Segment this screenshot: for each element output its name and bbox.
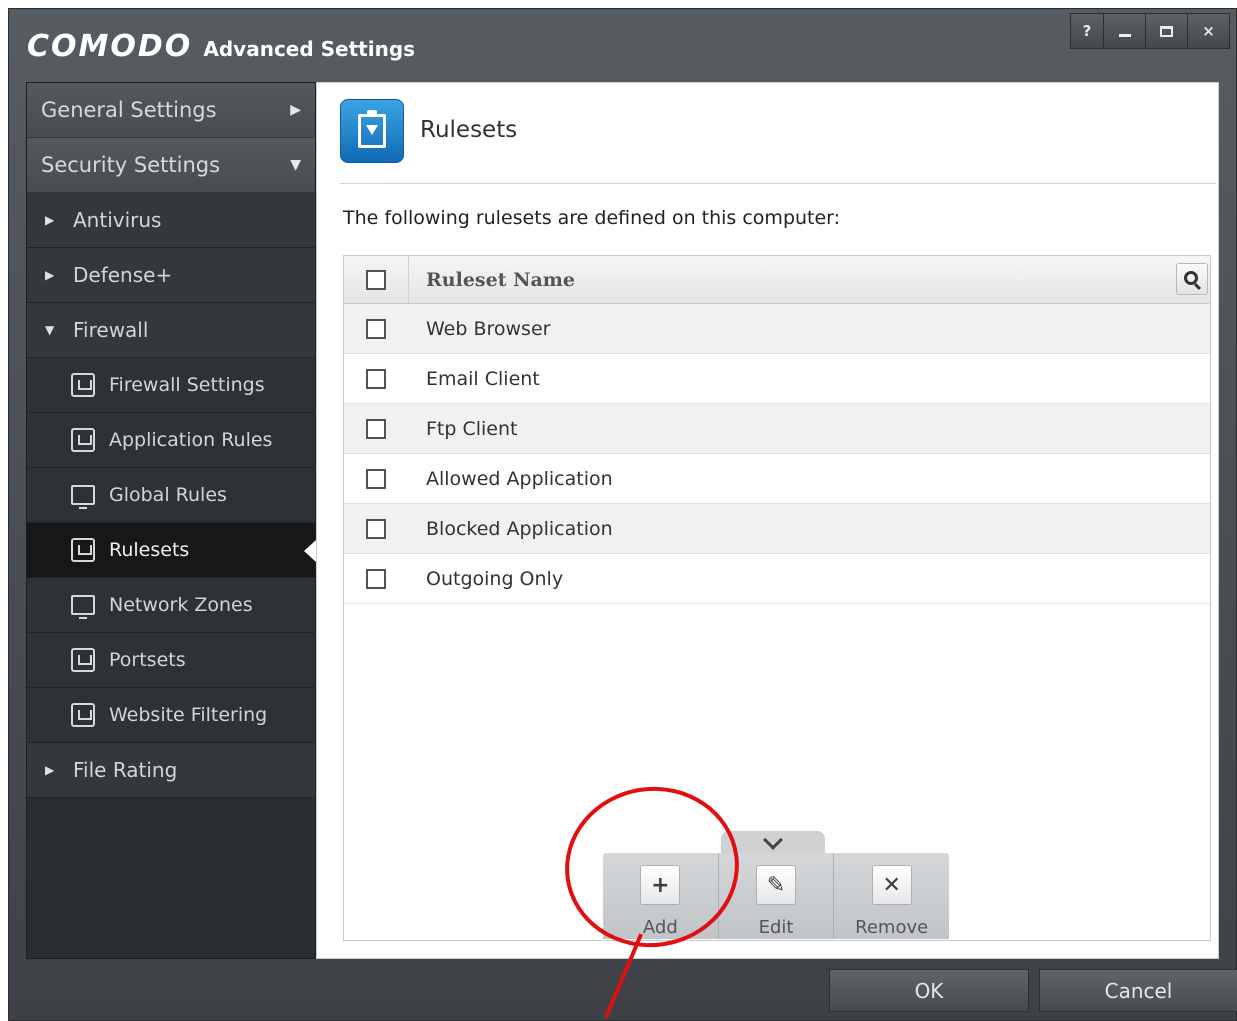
sidebar-item-general-settings[interactable]: General Settings ▶: [27, 83, 315, 138]
pencil-icon: ✎: [756, 865, 796, 905]
portsets-icon: [71, 648, 95, 672]
edit-label: Edit: [758, 917, 794, 938]
dialog-footer: OK Cancel: [9, 959, 1237, 1020]
select-all-checkbox[interactable]: [366, 269, 386, 290]
sidebar-item-label: Defense+: [73, 263, 173, 287]
global-rules-icon: [71, 485, 95, 509]
row-checkbox[interactable]: [366, 318, 386, 339]
column-divider: [408, 256, 409, 303]
maximize-icon: [1160, 25, 1173, 37]
chevron-right-icon: ▶: [290, 102, 301, 118]
ruleset-name: Web Browser: [426, 317, 551, 340]
ruleset-name: Outgoing Only: [426, 567, 564, 590]
ruleset-name: Blocked Application: [426, 517, 613, 540]
maximize-button[interactable]: [1146, 13, 1188, 49]
sidebar-item-label: Website Filtering: [109, 704, 268, 726]
expand-icon: ▶: [45, 213, 55, 227]
remove-icon: ✕: [871, 865, 912, 905]
rulesets-header-icon: [340, 99, 404, 163]
sidebar-item-portsets[interactable]: Portsets: [27, 633, 315, 688]
window-title: COMODO Advanced Settings: [27, 29, 415, 64]
sidebar-item-rulesets[interactable]: Rulesets: [27, 523, 316, 578]
sidebar-item-label: Network Zones: [109, 594, 253, 616]
sidebar-item-firewall-settings[interactable]: Firewall Settings: [27, 358, 315, 413]
row-checkbox[interactable]: [366, 468, 386, 489]
ruleset-name: Allowed Application: [426, 467, 613, 490]
table-row[interactable]: Ftp Client: [344, 404, 1210, 454]
table-row[interactable]: Web Browser: [344, 304, 1210, 354]
cancel-button[interactable]: Cancel: [1039, 969, 1237, 1012]
sidebar-item-label: Rulesets: [109, 539, 190, 561]
sidebar-item-firewall[interactable]: ▼ Firewall: [27, 303, 315, 358]
expand-icon: ▶: [45, 763, 55, 777]
close-button[interactable]: ×: [1188, 13, 1230, 49]
remove-label: Remove: [855, 917, 929, 938]
table-row[interactable]: Outgoing Only: [344, 554, 1210, 604]
sidebar-item-global-rules[interactable]: Global Rules: [27, 468, 315, 523]
sidebar-item-security-settings[interactable]: Security Settings ▼: [27, 138, 315, 193]
table-search-button[interactable]: [1176, 263, 1208, 295]
window-title-text: Advanced Settings: [203, 37, 416, 61]
sidebar: General Settings ▶ Security Settings ▼ ▶…: [26, 82, 316, 959]
row-checkbox[interactable]: [366, 568, 386, 589]
ok-button[interactable]: OK: [829, 969, 1029, 1012]
sidebar-item-label: Antivirus: [73, 208, 162, 232]
sidebar-item-label: Global Rules: [109, 484, 227, 506]
application-rules-icon: [71, 428, 95, 452]
chevron-down-icon: [763, 830, 783, 850]
collapse-icon: ▼: [45, 323, 55, 337]
page-title: Rulesets: [420, 117, 518, 143]
ruleset-name: Email Client: [426, 367, 540, 390]
sidebar-item-website-filtering[interactable]: Website Filtering: [27, 688, 315, 743]
expand-icon: ▶: [45, 268, 55, 282]
sidebar-item-application-rules[interactable]: Application Rules: [27, 413, 315, 468]
sidebar-item-label: File Rating: [73, 758, 178, 782]
table-row[interactable]: Allowed Application: [344, 454, 1210, 504]
search-icon: [1183, 270, 1198, 285]
help-button[interactable]: ?: [1070, 13, 1104, 49]
header-divider: [340, 183, 1216, 184]
sidebar-item-label: Firewall Settings: [109, 374, 265, 396]
firewall-settings-icon: [71, 373, 95, 397]
title-bar: COMODO Advanced Settings ? ×: [9, 9, 1236, 83]
sidebar-item-network-zones[interactable]: Network Zones: [27, 578, 315, 633]
table-header: Ruleset Name: [344, 256, 1210, 304]
clipboard-filter-icon: [358, 110, 386, 148]
rulesets-icon: [71, 538, 95, 562]
sidebar-item-antivirus[interactable]: ▶ Antivirus: [27, 193, 315, 248]
window-controls: ? ×: [1070, 13, 1230, 49]
network-zones-icon: [71, 595, 95, 619]
chevron-down-icon: ▼: [290, 157, 301, 173]
sidebar-item-label: Security Settings: [41, 153, 221, 177]
ruleset-name: Ftp Client: [426, 417, 518, 440]
sidebar-item-label: Firewall: [73, 318, 149, 342]
website-filtering-icon: [71, 703, 95, 727]
table-row[interactable]: Blocked Application: [344, 504, 1210, 554]
sidebar-item-file-rating[interactable]: ▶ File Rating: [27, 743, 315, 798]
row-checkbox[interactable]: [366, 518, 386, 539]
row-checkbox[interactable]: [366, 368, 386, 389]
minimize-icon: [1118, 33, 1131, 37]
content-panel: Rulesets The following rulesets are defi…: [316, 82, 1219, 959]
sidebar-item-defense-plus[interactable]: ▶ Defense+: [27, 248, 315, 303]
help-icon: ?: [1082, 22, 1092, 40]
row-checkbox[interactable]: [366, 418, 386, 439]
sidebar-item-label: Portsets: [109, 649, 186, 671]
close-icon: ×: [1202, 22, 1215, 40]
table-row[interactable]: Email Client: [344, 354, 1210, 404]
comodo-logo: COMODO: [27, 29, 193, 64]
sidebar-item-label: Application Rules: [109, 429, 273, 451]
minimize-button[interactable]: [1104, 13, 1146, 49]
sidebar-item-label: General Settings: [41, 98, 217, 122]
intro-text: The following rulesets are defined on th…: [343, 207, 841, 229]
column-header-ruleset-name[interactable]: Ruleset Name: [426, 269, 575, 291]
remove-button[interactable]: ✕ Remove: [833, 853, 949, 939]
